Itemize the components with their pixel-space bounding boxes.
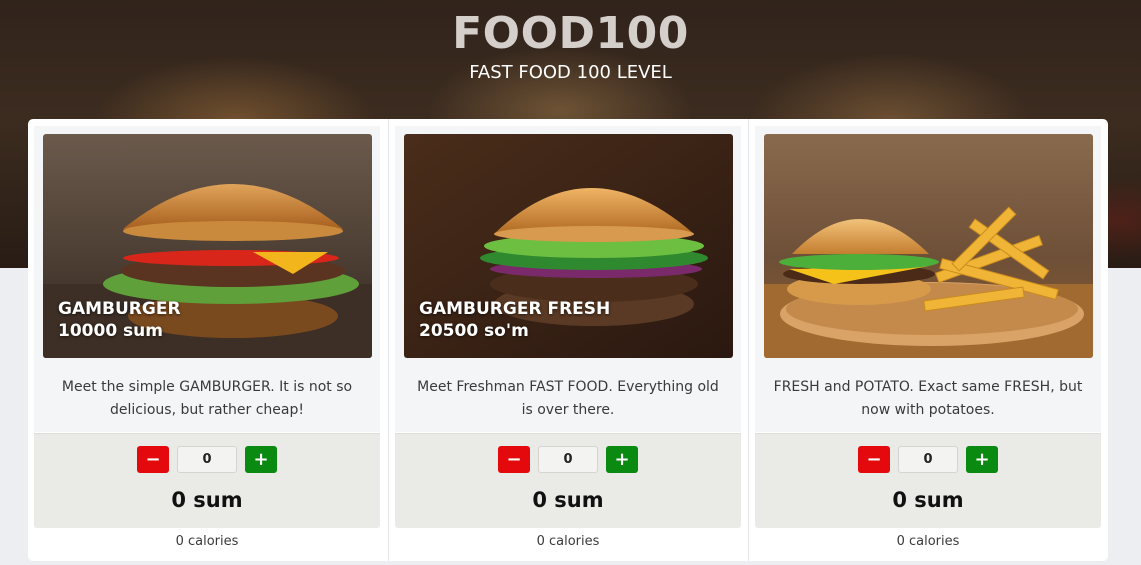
product-image-fresh-and-potato <box>764 134 1093 358</box>
brand: FOOD100 FAST FOOD 100 LEVEL <box>0 8 1141 85</box>
quantity-stepper: − + <box>137 446 277 473</box>
product-image-gamburger-fresh: GAMBURGER FRESH 20500 so'm <box>404 134 733 358</box>
quantity-input[interactable] <box>177 446 237 473</box>
product-name: GAMBURGER <box>58 299 181 319</box>
product-image-gamburger: GAMBURGER 10000 sum <box>43 134 372 358</box>
calories-text: 0 calories <box>536 534 600 549</box>
decrease-button[interactable]: − <box>137 446 169 473</box>
site-title: FOOD100 <box>452 8 689 59</box>
calories-text: 0 calories <box>896 534 960 549</box>
site-subtitle: FAST FOOD 100 LEVEL <box>469 62 672 83</box>
increase-button[interactable]: + <box>966 446 998 473</box>
burger-and-fries-photo <box>764 134 1093 358</box>
decrease-button[interactable]: − <box>858 446 890 473</box>
quantity-stepper: − + <box>858 446 998 473</box>
quantity-stepper: − + <box>498 446 638 473</box>
calories-text: 0 calories <box>175 534 239 549</box>
product-price: 10000 sum <box>58 321 163 341</box>
product-caption: GAMBURGER FRESH 20500 so'm <box>419 298 610 342</box>
quantity-input[interactable] <box>538 446 598 473</box>
product-caption: GAMBURGER 10000 sum <box>58 298 181 342</box>
product-description: Meet the simple GAMBURGER. It is not so … <box>61 379 353 418</box>
total-price: 0 sum <box>532 488 604 512</box>
total-price: 0 sum <box>171 488 243 512</box>
increase-button[interactable]: + <box>606 446 638 473</box>
increase-button[interactable]: + <box>245 446 277 473</box>
order-controls: − + 0 sum <box>395 433 741 528</box>
product-info: FRESH and POTATO. Exact same FRESH, but … <box>755 126 1101 432</box>
product-price: 20500 so'm <box>419 321 529 341</box>
product-info: GAMBURGER 10000 sum Meet the simple GAMB… <box>34 126 380 432</box>
product-card-fresh-and-potato: FRESH and POTATO. Exact same FRESH, but … <box>748 119 1108 561</box>
total-price: 0 sum <box>892 488 964 512</box>
product-info: GAMBURGER FRESH 20500 so'm Meet Freshman… <box>395 126 741 432</box>
product-description: FRESH and POTATO. Exact same FRESH, but … <box>773 379 1083 418</box>
product-name: GAMBURGER FRESH <box>419 299 611 319</box>
quantity-input[interactable] <box>898 446 958 473</box>
product-card-gamburger: GAMBURGER 10000 sum Meet the simple GAMB… <box>28 119 388 561</box>
decrease-button[interactable]: − <box>498 446 530 473</box>
order-controls: − + 0 sum <box>755 433 1101 528</box>
product-panel: GAMBURGER 10000 sum Meet the simple GAMB… <box>28 119 1108 561</box>
order-controls: − + 0 sum <box>34 433 380 528</box>
product-description: Meet Freshman FAST FOOD. Everything old … <box>417 379 719 418</box>
product-card-gamburger-fresh: GAMBURGER FRESH 20500 so'm Meet Freshman… <box>388 119 748 561</box>
